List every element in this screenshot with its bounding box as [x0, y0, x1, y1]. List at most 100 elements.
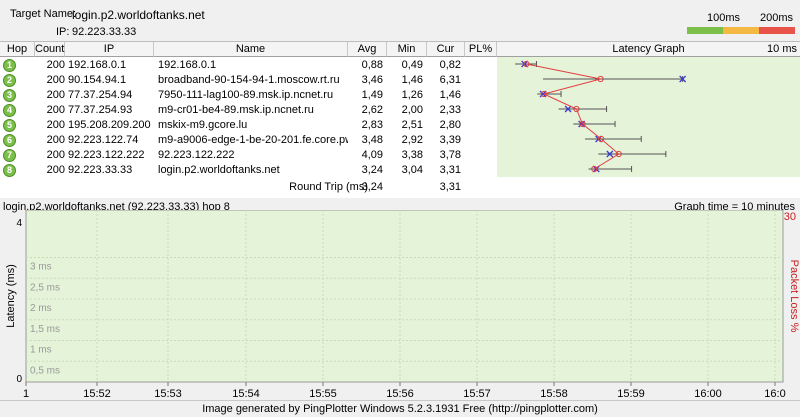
- packet-loss-max-label: 30: [784, 211, 796, 223]
- cell-ip: 192.168.0.1: [68, 59, 127, 71]
- ip-label: IP:: [56, 26, 70, 38]
- cell-cur: 2,33: [439, 104, 461, 116]
- col-pl[interactable]: PL%: [465, 42, 497, 57]
- col-name[interactable]: Name: [154, 42, 348, 57]
- cell-cur: 6,31: [439, 74, 461, 86]
- table-row[interactable]: 6 200 92.223.122.74 m9-a9006-edge-1-be-20-2…: [0, 133, 496, 148]
- cell-hostname: 7950-111-lag100-89.msk.ip.ncnet.ru: [158, 89, 334, 101]
- table-row[interactable]: 1 200 192.168.0.1 192.168.0.1 0,88 0,49 0,82: [0, 58, 496, 73]
- trace-table: Hop Count IP Name Avg Min Cur PL% Latenc…: [0, 41, 800, 198]
- x-tick-label: 15:56: [386, 388, 414, 400]
- timeline-graph[interactable]: 4 3 ms 2,5 ms 2 ms 1,5 ms 1 ms 0,5 ms 0 Latency …: [0, 210, 800, 400]
- y-tick-label: 4: [16, 218, 22, 229]
- cell-avg: 2,83: [361, 119, 383, 131]
- cell-cur: 3,39: [439, 134, 461, 146]
- avg-latency-line: [526, 63, 620, 170]
- target-name-value[interactable]: login.p2.worldoftanks.net: [72, 8, 205, 22]
- cell-avg: 4,09: [361, 149, 383, 161]
- cell-avg: 0,88: [361, 59, 383, 71]
- col-count[interactable]: Count: [35, 42, 65, 57]
- latency-graph-header: Latency Graph: [612, 43, 685, 55]
- cell-min: 1,46: [401, 74, 423, 86]
- legend-200ms: 200ms: [760, 12, 794, 24]
- col-hop[interactable]: Hop: [0, 42, 35, 57]
- x-tick-label: 15:58: [540, 388, 568, 400]
- cell-ip: 90.154.94.1: [68, 74, 127, 86]
- legend-100ms: 100ms: [707, 12, 741, 24]
- col-ip[interactable]: IP: [65, 42, 154, 57]
- cell-count: 200: [46, 104, 65, 116]
- x-tick-label: 15:59: [617, 388, 645, 400]
- cell-min: 2,51: [401, 119, 423, 131]
- cell-count: 200: [46, 89, 65, 101]
- y-axis-label: Latency (ms): [5, 264, 17, 328]
- packet-loss-axis-label: Packet Loss %: [788, 260, 800, 333]
- cell-ip: 92.223.122.74: [68, 134, 139, 146]
- cell-count: 200: [46, 134, 65, 146]
- x-tick-label: 1: [23, 388, 29, 400]
- cell-cur: 3,78: [439, 149, 461, 161]
- round-trip-avg: 3,24: [361, 181, 383, 193]
- cell-cur: 2,80: [439, 119, 461, 131]
- y-tick-label: 1,5 ms: [30, 324, 60, 335]
- cell-hostname: m9-a9006-edge-1-be-20-201.fe.core.pw: [158, 134, 348, 146]
- cell-count: 200: [46, 119, 65, 131]
- cell-hostname: mskix-m9.gcore.lu: [158, 119, 248, 131]
- table-row[interactable]: 2 200 90.154.94.1 broadband-90-154-94-1.mos…: [0, 73, 496, 88]
- legend-yellow: [723, 27, 759, 34]
- y-tick-label: 1 ms: [30, 345, 52, 356]
- cell-min: 1,26: [401, 89, 423, 101]
- x-tick-label: 15:57: [463, 388, 491, 400]
- x-tick-label: 15:54: [232, 388, 260, 400]
- cell-cur: 1,46: [439, 89, 461, 101]
- col-latency-graph[interactable]: Latency Graph 10 ms: [497, 42, 800, 57]
- round-trip-cur: 3,31: [439, 181, 461, 193]
- y-tick-label: 2 ms: [30, 303, 52, 314]
- cell-avg: 1,49: [361, 89, 383, 101]
- cell-count: 200: [46, 149, 65, 161]
- y-tick-label: 0: [16, 374, 22, 385]
- cell-ip: 77.37.254.93: [68, 104, 133, 116]
- hop-number-badge: 2: [3, 74, 16, 87]
- cell-ip: 92.223.122.222: [68, 149, 145, 161]
- hop-number-badge: 8: [3, 164, 16, 177]
- x-tick-label: 16:00: [694, 388, 722, 400]
- cell-hostname: login.p2.worldoftanks.net: [158, 164, 280, 176]
- hop-number-badge: 5: [3, 119, 16, 132]
- cell-hostname: 192.168.0.1: [158, 59, 217, 71]
- cell-cur: 0,82: [439, 59, 461, 71]
- cell-ip: 92.223.33.33: [68, 164, 133, 176]
- pingplotter-window: Target Name: login.p2.worldoftanks.net I…: [0, 0, 800, 416]
- hop-number-badge: 3: [3, 89, 16, 102]
- cell-min: 3,38: [401, 149, 423, 161]
- y-tick-label: 0,5 ms: [30, 365, 60, 376]
- cell-hostname: broadband-90-154-94-1.moscow.rt.ru: [158, 74, 340, 86]
- round-trip-row: Round Trip (ms) 3,24 3,31: [0, 180, 496, 195]
- hop-number-badge: 7: [3, 149, 16, 162]
- table-row[interactable]: 3 200 77.37.254.94 7950-111-lag100-89.msk.i…: [0, 88, 496, 103]
- cell-min: 0,49: [401, 59, 423, 71]
- y-tick-label: 3 ms: [30, 262, 52, 273]
- latency-graph-scale: 10 ms: [767, 43, 797, 55]
- cell-ip: 195.208.209.200: [68, 119, 151, 131]
- x-tick-label: 15:53: [154, 388, 182, 400]
- footer-credit: Image generated by PingPlotter Windows 5…: [0, 400, 800, 416]
- table-row[interactable]: 7 200 92.223.122.222 92.223.122.222 4,09 3,38…: [0, 148, 496, 163]
- cell-avg: 3,46: [361, 74, 383, 86]
- table-row[interactable]: 5 200 195.208.209.200 mskix-m9.gcore.lu 2,83…: [0, 118, 496, 133]
- table-row[interactable]: 8 200 92.223.33.33 login.p2.worldoftanks.ne…: [0, 163, 496, 178]
- x-tick-label: 15:52: [83, 388, 111, 400]
- col-cur[interactable]: Cur: [427, 42, 465, 57]
- cell-count: 200: [46, 164, 65, 176]
- timeline-plot-area: [25, 210, 784, 383]
- latency-color-legend: [687, 27, 795, 34]
- cell-cur: 3,31: [439, 164, 461, 176]
- col-min[interactable]: Min: [387, 42, 427, 57]
- target-header: Target Name: login.p2.worldoftanks.net I…: [0, 0, 800, 41]
- table-row[interactable]: 4 200 77.37.254.93 m9-cr01-be4-89.msk.ip.nc…: [0, 103, 496, 118]
- ip-value[interactable]: 92.223.33.33: [72, 26, 136, 38]
- cell-min: 3,04: [401, 164, 423, 176]
- cell-hostname: m9-cr01-be4-89.msk.ip.ncnet.ru: [158, 104, 314, 116]
- col-avg[interactable]: Avg: [348, 42, 387, 57]
- cell-avg: 2,62: [361, 104, 383, 116]
